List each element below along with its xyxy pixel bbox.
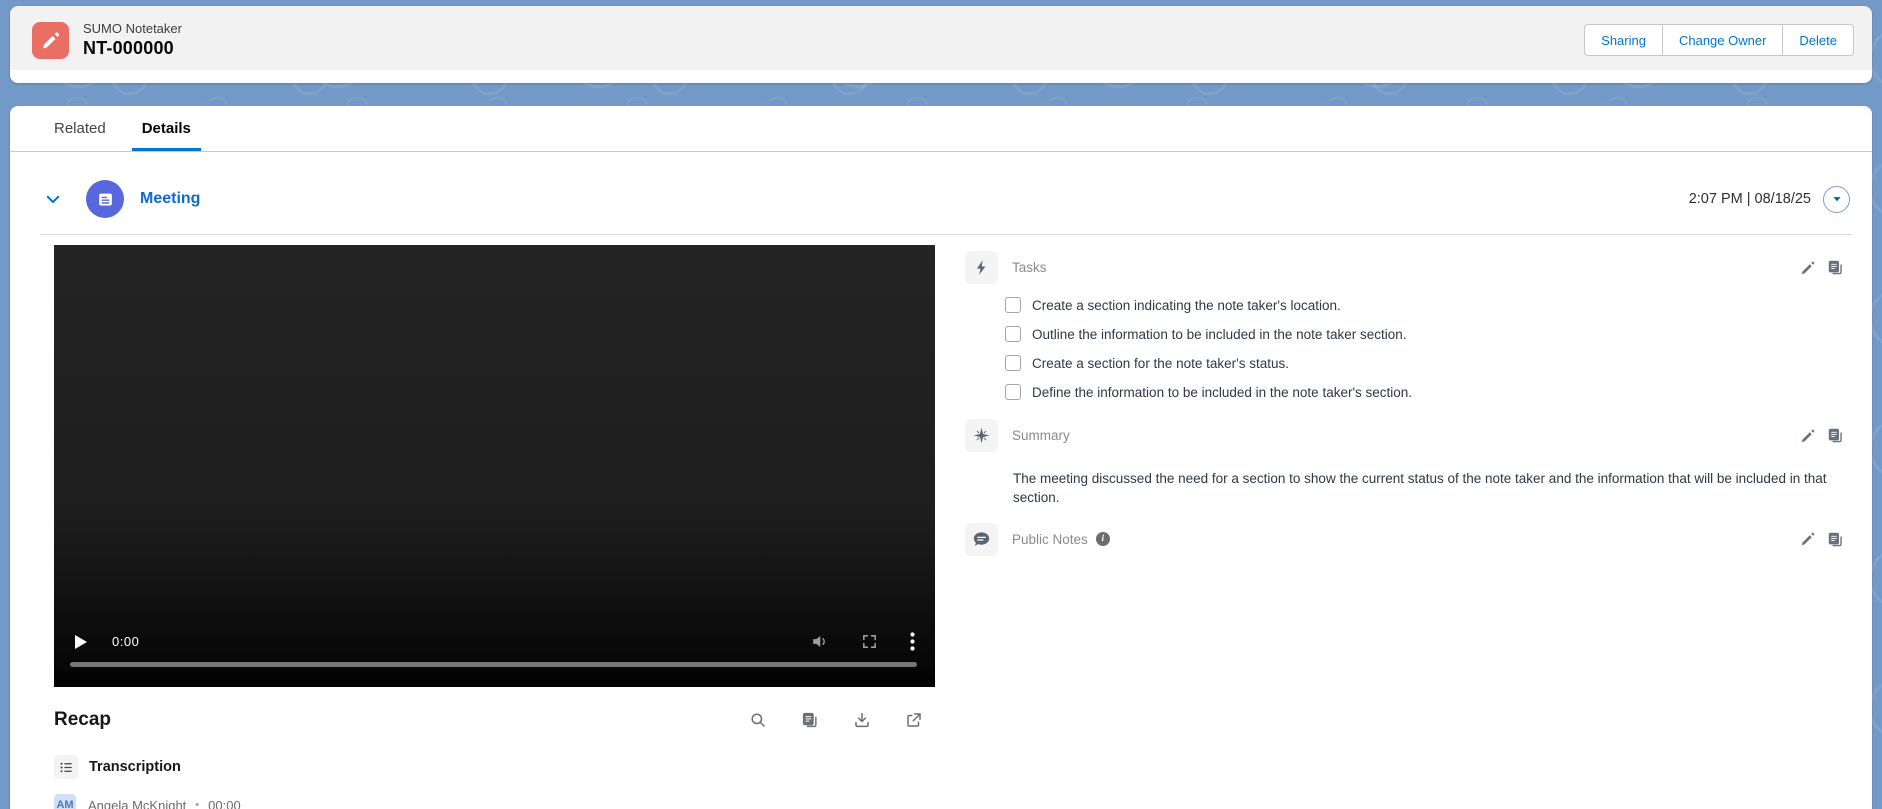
left-column: 0:00 Recap Transcription AM Angela McKni… — [54, 245, 935, 809]
note-icon — [96, 190, 115, 209]
search-icon[interactable] — [749, 711, 767, 729]
page-title: NT-000000 — [83, 38, 174, 58]
recap-header: Recap — [54, 709, 935, 731]
summary-label: Summary — [1012, 428, 1070, 443]
video-controls-right — [810, 632, 915, 651]
task-item: Define the information to be included in… — [1005, 384, 1846, 400]
download-icon[interactable] — [853, 711, 871, 729]
tab-bar: Related Details — [10, 106, 1872, 152]
meeting-dropdown-button[interactable] — [1823, 185, 1850, 213]
record-header-card: SUMO Notetaker NT-000000 Sharing Change … — [10, 6, 1872, 83]
speaker-avatar: AM — [54, 794, 76, 809]
object-label: SUMO Notetaker — [83, 21, 182, 36]
notetaker-object-icon — [32, 21, 69, 59]
task-checkbox[interactable] — [1005, 326, 1021, 342]
meeting-timestamp: 2:07 PM | 08/18/25 — [1688, 191, 1811, 207]
tasks-actions — [1800, 259, 1846, 276]
recap-title: Recap — [54, 709, 112, 730]
entry-separator: • — [195, 799, 200, 809]
public-notes-section: Public Notes i — [965, 522, 1846, 556]
transcription-header: Transcription — [54, 755, 935, 779]
chat-icon — [965, 522, 998, 556]
video-progress-bar[interactable] — [70, 662, 917, 667]
play-icon[interactable] — [74, 634, 88, 650]
info-icon[interactable]: i — [1095, 532, 1110, 547]
more-vertical-icon[interactable] — [910, 632, 915, 651]
content-columns: 0:00 Recap Transcription AM Angela McKni… — [10, 235, 1872, 809]
video-current-time: 0:00 — [112, 634, 140, 649]
entry-timestamp: 00:00 — [208, 797, 241, 809]
meeting-header-right: 2:07 PM | 08/18/25 — [1688, 185, 1850, 213]
transcription-entry: AM Angela McKnight • 00:00 — [54, 794, 935, 809]
header-bottom-strip — [10, 70, 1872, 83]
speaker-name: Angela McKnight — [88, 797, 187, 809]
meeting-title-link[interactable]: Meeting — [140, 190, 200, 208]
tab-details[interactable]: Details — [131, 108, 201, 151]
public-notes-header: Public Notes i — [965, 522, 1846, 556]
tab-related[interactable]: Related — [44, 108, 116, 151]
public-notes-label: Public Notes — [1012, 531, 1088, 547]
edit-icon[interactable] — [1800, 260, 1816, 276]
transcription-label: Transcription — [89, 759, 181, 775]
task-item: Create a section for the note taker's st… — [1005, 355, 1846, 371]
copy-icon[interactable] — [1827, 427, 1844, 444]
right-column: Tasks Create a section indicating the no… — [965, 245, 1846, 809]
task-item: Outline the information to be included i… — [1005, 326, 1846, 342]
pencil-icon — [40, 30, 61, 51]
task-item: Create a section indicating the note tak… — [1005, 297, 1846, 313]
change-owner-button[interactable]: Change Owner — [1661, 24, 1784, 56]
tasks-section: Tasks Create a section indicating the no… — [965, 251, 1846, 400]
summary-actions — [1800, 427, 1846, 444]
copy-icon[interactable] — [1827, 259, 1844, 276]
bolt-icon — [965, 251, 998, 284]
record-action-buttons: Sharing Change Owner Delete — [1584, 24, 1854, 56]
meeting-avatar — [86, 180, 124, 218]
summary-header: Summary — [965, 419, 1846, 452]
task-label: Outline the information to be included i… — [1032, 326, 1407, 342]
tasks-header: Tasks — [965, 251, 1846, 284]
task-checkbox[interactable] — [1005, 297, 1021, 313]
sharing-button[interactable]: Sharing — [1584, 24, 1663, 56]
copy-icon[interactable] — [1827, 531, 1844, 548]
record-titles: SUMO Notetaker NT-000000 — [83, 21, 182, 59]
summary-section: Summary The meeting discussed the need f… — [965, 419, 1846, 508]
video-player[interactable]: 0:00 — [54, 245, 935, 687]
record-header: SUMO Notetaker NT-000000 Sharing Change … — [10, 6, 1872, 70]
copy-icon[interactable] — [801, 711, 819, 729]
chevron-down-icon[interactable] — [44, 190, 62, 208]
list-icon — [54, 755, 78, 779]
meeting-section-header: Meeting 2:07 PM | 08/18/25 — [10, 152, 1872, 234]
task-checkbox[interactable] — [1005, 355, 1021, 371]
volume-icon[interactable] — [810, 632, 829, 651]
tasks-label: Tasks — [1012, 260, 1047, 275]
edit-icon[interactable] — [1800, 428, 1816, 444]
task-label: Define the information to be included in… — [1032, 384, 1413, 400]
public-notes-actions — [1800, 531, 1846, 548]
recap-actions — [749, 711, 923, 729]
video-controls: 0:00 — [74, 632, 915, 651]
summary-text: The meeting discussed the need for a sec… — [1013, 471, 1827, 505]
edit-icon[interactable] — [1800, 531, 1816, 547]
record-detail-card: Related Details Meeting 2:07 PM | 08/18/… — [10, 106, 1872, 809]
task-checkbox[interactable] — [1005, 384, 1021, 400]
sparkle-icon — [965, 419, 998, 452]
caret-down-icon — [1831, 193, 1843, 205]
task-label: Create a section indicating the note tak… — [1032, 297, 1341, 313]
fullscreen-icon[interactable] — [861, 633, 878, 650]
delete-button[interactable]: Delete — [1782, 24, 1854, 56]
share-icon[interactable] — [905, 711, 923, 729]
task-label: Create a section for the note taker's st… — [1032, 355, 1289, 371]
